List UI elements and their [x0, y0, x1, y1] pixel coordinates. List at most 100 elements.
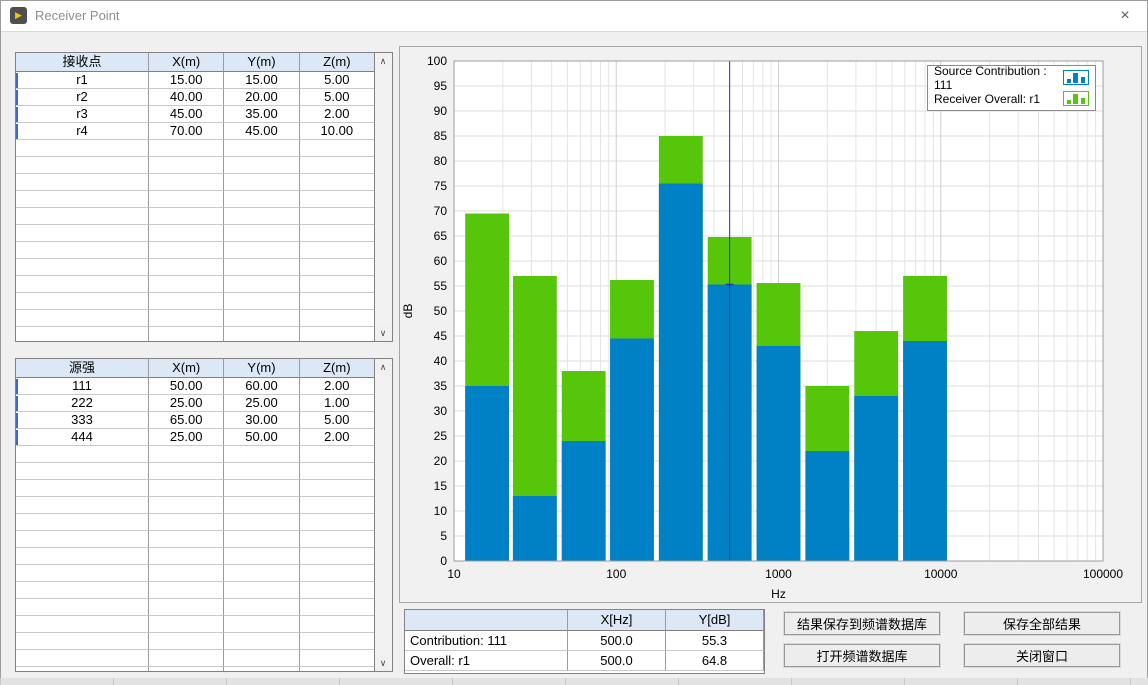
svg-text:45: 45 — [434, 329, 448, 343]
spectrum-chart[interactable]: 0510152025303540455055606570758085909510… — [400, 47, 1141, 602]
table-cell — [149, 140, 224, 157]
table-cell — [224, 480, 299, 497]
table-empty-row — [16, 157, 375, 174]
table-row[interactable]: 22225.0025.001.00 — [16, 395, 375, 412]
close-window-button[interactable]: 关闭窗口 — [964, 644, 1120, 667]
source-points-table[interactable]: 源强X(m)Y(m)Z(m)11150.0060.002.0022225.002… — [15, 358, 393, 672]
table-cell: 500.0 — [568, 651, 666, 671]
table-cell: 40.00 — [149, 89, 224, 106]
scroll-down-icon[interactable]: ∨ — [375, 325, 391, 341]
table-cell — [300, 140, 375, 157]
svg-text:35: 35 — [434, 379, 448, 393]
close-button[interactable]: × — [1103, 1, 1147, 31]
table-cell — [149, 463, 224, 480]
table-cell — [300, 463, 375, 480]
table-row[interactable]: r115.0015.005.00 — [16, 72, 375, 89]
table-cell — [224, 463, 299, 480]
svg-text:5: 5 — [440, 529, 447, 543]
table-cell — [149, 531, 224, 548]
table-cell — [300, 208, 375, 225]
svg-text:85: 85 — [434, 129, 448, 143]
table-cell: 10.00 — [300, 123, 375, 140]
table-cell: 50.00 — [224, 429, 299, 446]
save-to-spectrum-db-button[interactable]: 结果保存到频谱数据库 — [784, 612, 940, 635]
table-cell — [224, 191, 299, 208]
table-cell — [300, 242, 375, 259]
open-spectrum-db-button[interactable]: 打开频谱数据库 — [784, 644, 940, 667]
table-empty-row — [16, 514, 375, 531]
table-cell: 500.0 — [568, 631, 666, 651]
table-empty-row — [16, 242, 375, 259]
table-cell — [224, 548, 299, 565]
table-row[interactable]: Overall: r1500.064.8 — [405, 651, 764, 671]
receiver-table-scrollbar[interactable]: ∧ ∨ — [374, 53, 392, 341]
table-cell — [224, 174, 299, 191]
table-cell: 111 — [16, 378, 149, 395]
scroll-down-icon[interactable]: ∨ — [375, 655, 391, 671]
table-cell — [300, 174, 375, 191]
table-cell — [16, 276, 149, 293]
table-cell: 30.00 — [224, 412, 299, 429]
table-cell — [224, 633, 299, 650]
table-cell — [224, 310, 299, 327]
table-cell — [149, 157, 224, 174]
y-axis-title: dB — [401, 304, 415, 319]
svg-text:10000: 10000 — [924, 567, 958, 581]
table-cell — [16, 293, 149, 310]
table-empty-row — [16, 276, 375, 293]
table-cell — [300, 293, 375, 310]
table-cell: 222 — [16, 395, 149, 412]
table-empty-row — [16, 650, 375, 667]
table-empty-row — [16, 463, 375, 480]
table-row[interactable]: 33365.0030.005.00 — [16, 412, 375, 429]
screen: ▶ Receiver Point × 接收点X(m)Y(m)Z(m)r115.0… — [0, 0, 1148, 685]
table-row[interactable]: r345.0035.002.00 — [16, 106, 375, 123]
svg-text:25: 25 — [434, 429, 448, 443]
table-cell — [16, 225, 149, 242]
source-table-scrollbar[interactable]: ∧ ∨ — [374, 359, 392, 671]
table-cell: Z(m) — [300, 359, 375, 378]
table-cell — [300, 497, 375, 514]
svg-text:1000: 1000 — [765, 567, 792, 581]
table-row[interactable]: r470.0045.0010.00 — [16, 123, 375, 140]
cursor-readout-table[interactable]: X[Hz]Y[dB]Contribution: 111500.055.3Over… — [404, 609, 765, 674]
table-cell — [16, 140, 149, 157]
table-cell: 5.00 — [300, 72, 375, 89]
table-cell: 2.00 — [300, 378, 375, 395]
receiver-points-table[interactable]: 接收点X(m)Y(m)Z(m)r115.0015.005.00r240.0020… — [15, 52, 393, 342]
table-cell — [149, 616, 224, 633]
table-cell — [300, 565, 375, 582]
table-cell: Y(m) — [224, 359, 299, 378]
table-cell — [16, 633, 149, 650]
legend-item[interactable]: Receiver Overall: r1 — [928, 88, 1095, 109]
scroll-up-icon[interactable]: ∧ — [375, 53, 391, 69]
table-row[interactable]: 11150.0060.002.00 — [16, 378, 375, 395]
table-cell — [224, 140, 299, 157]
table-empty-row — [16, 616, 375, 633]
table-empty-row — [16, 140, 375, 157]
svg-text:60: 60 — [434, 254, 448, 268]
table-row[interactable]: r240.0020.005.00 — [16, 89, 375, 106]
svg-text:65: 65 — [434, 229, 448, 243]
table-empty-row — [16, 174, 375, 191]
table-cell — [149, 497, 224, 514]
svg-text:100: 100 — [427, 54, 447, 68]
table-cell: Overall: r1 — [405, 651, 568, 671]
table-cell — [149, 191, 224, 208]
table-cell — [149, 276, 224, 293]
svg-text:100: 100 — [606, 567, 626, 581]
y-axis-tick-labels: 0510152025303540455055606570758085909510… — [427, 54, 447, 568]
save-all-results-button[interactable]: 保存全部结果 — [964, 612, 1120, 635]
table-cell — [300, 514, 375, 531]
svg-text:100000: 100000 — [1083, 567, 1123, 581]
svg-text:0: 0 — [440, 554, 447, 568]
table-cell — [224, 446, 299, 463]
table-cell: r4 — [16, 123, 149, 140]
table-row[interactable]: 44425.0050.002.00 — [16, 429, 375, 446]
table-cell — [224, 616, 299, 633]
legend-item[interactable]: Source Contribution : 111 — [928, 67, 1095, 88]
table-empty-row — [16, 548, 375, 565]
scroll-up-icon[interactable]: ∧ — [375, 359, 391, 375]
table-cell: 25.00 — [149, 429, 224, 446]
table-row[interactable]: Contribution: 111500.055.3 — [405, 631, 764, 651]
